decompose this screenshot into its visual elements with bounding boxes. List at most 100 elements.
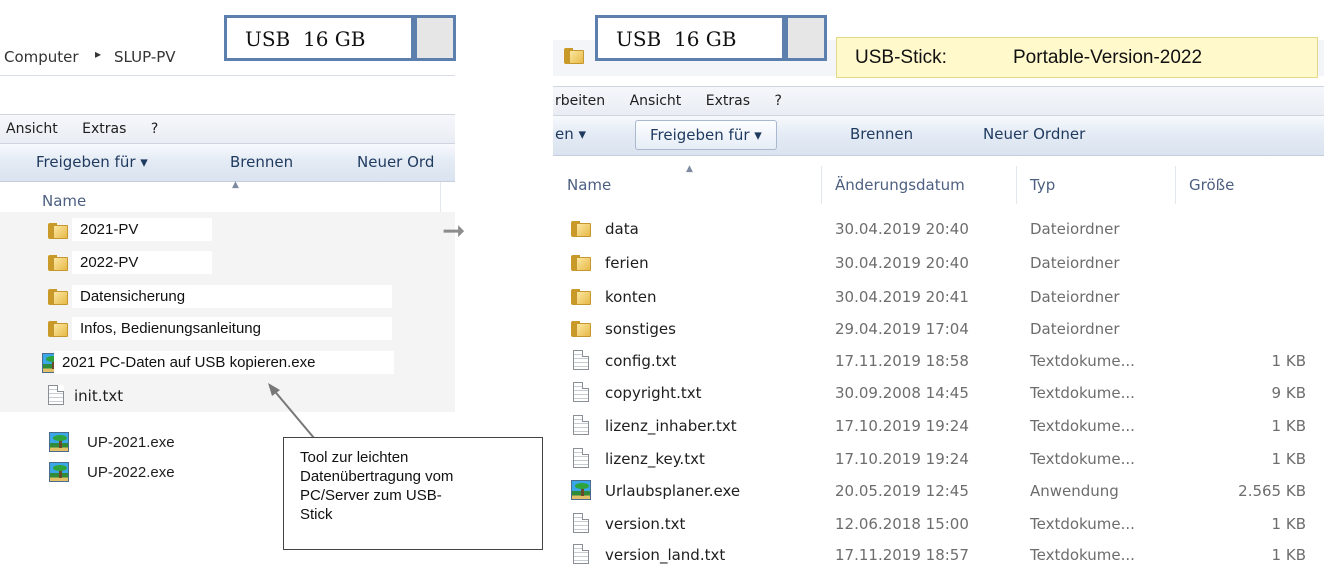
menu-help[interactable]: ?: [774, 93, 781, 109]
file-size: 2.565 KB: [1238, 482, 1306, 500]
table-row[interactable]: version_land.txt 17.11.2019 18:57 Textdo…: [553, 540, 1324, 567]
app-icon: [49, 462, 69, 482]
organize-button[interactable]: en ▾: [555, 125, 586, 143]
menu-bearbeiten[interactable]: rbeiten: [555, 93, 605, 109]
file-date: 17.11.2019 18:57: [835, 546, 969, 564]
column-divider: [821, 166, 822, 204]
file-type: Dateiordner: [1030, 320, 1120, 338]
list-item[interactable]: Datensicherung: [72, 285, 392, 308]
list-item[interactable]: init.txt: [74, 387, 123, 405]
menu-help[interactable]: ?: [151, 121, 158, 137]
menu-ansicht[interactable]: Ansicht: [630, 93, 682, 109]
file-name: konten: [605, 288, 657, 306]
file-name: ferien: [605, 254, 649, 272]
right-column-header: Name ▲ Änderungsdatum Typ Größe: [553, 164, 1324, 206]
usb-small-box: [414, 15, 456, 61]
desktop-item-up-2021[interactable]: UP-2021.exe: [87, 434, 175, 451]
left-file-list: 2021-PV 2022-PV Datensicherung Infos, Be…: [0, 212, 455, 412]
column-divider: [1016, 166, 1017, 204]
file-type: Dateiordner: [1030, 220, 1120, 238]
text-file-icon: [573, 544, 589, 564]
list-item[interactable]: 2022-PV: [72, 251, 212, 274]
file-type: Textdokume...: [1030, 417, 1135, 435]
left-toolbar: Freigeben für ▾ Brennen Neuer Ord: [0, 144, 455, 182]
burn-button[interactable]: Brennen: [850, 125, 913, 143]
desktop-item-up-2022[interactable]: UP-2022.exe: [87, 464, 175, 481]
callout-line: Tool zur leichten: [300, 449, 409, 466]
table-row[interactable]: lizenz_inhaber.txt 17.10.2019 19:24 Text…: [553, 411, 1324, 441]
file-type: Anwendung: [1030, 482, 1119, 500]
file-date: 12.06.2018 15:00: [835, 515, 969, 533]
file-name: Urlaubsplaner.exe: [605, 482, 741, 500]
table-row[interactable]: lizenz_key.txt 17.10.2019 19:24 Textdoku…: [553, 444, 1324, 474]
app-icon: [49, 432, 69, 452]
table-row[interactable]: Urlaubsplaner.exe 20.05.2019 12:45 Anwen…: [553, 476, 1324, 506]
column-type[interactable]: Typ: [1030, 176, 1055, 194]
file-size: 1 KB: [1271, 417, 1306, 435]
app-icon: [571, 480, 591, 500]
text-file-icon: [573, 448, 589, 468]
column-name[interactable]: Name: [567, 176, 611, 194]
column-name[interactable]: Name: [42, 192, 86, 210]
file-date: 29.04.2019 17:04: [835, 320, 969, 338]
file-date: 30.04.2019 20:40: [835, 220, 969, 238]
file-date: 17.10.2019 19:24: [835, 417, 969, 435]
table-row[interactable]: version.txt 12.06.2018 15:00 Textdokume.…: [553, 509, 1324, 539]
menu-extras[interactable]: Extras: [82, 121, 126, 137]
file-date: 30.04.2019 20:41: [835, 288, 969, 306]
folder-icon: [48, 223, 68, 239]
usb-label-text: USB 16 GB: [245, 27, 366, 51]
file-date: 17.10.2019 19:24: [835, 450, 969, 468]
file-name: lizenz_key.txt: [605, 450, 705, 468]
right-file-list: data 30.04.2019 20:40 Dateiordner ferien…: [553, 212, 1324, 567]
table-row[interactable]: copyright.txt 30.09.2008 14:45 Textdokum…: [553, 378, 1324, 408]
sort-up-icon: ▲: [686, 164, 693, 174]
folder-icon: [48, 321, 68, 337]
table-row[interactable]: data 30.04.2019 20:40 Dateiordner: [553, 214, 1324, 244]
menu-ansicht[interactable]: Ansicht: [6, 121, 58, 137]
file-name: version_land.txt: [605, 546, 726, 564]
file-type: Textdokume...: [1030, 450, 1135, 468]
usb-label-text: USB 16 GB: [616, 27, 737, 51]
right-menu-bar: rbeiten Ansicht Extras ?: [553, 86, 1324, 116]
column-date[interactable]: Änderungsdatum: [835, 176, 965, 194]
breadcrumb-root[interactable]: Computer: [4, 48, 79, 66]
file-date: 20.05.2019 12:45: [835, 482, 969, 500]
usb-label-box: USB 16 GB: [595, 15, 785, 61]
table-row[interactable]: sonstiges 29.04.2019 17:04 Dateiordner: [553, 314, 1324, 344]
folder-icon: [564, 48, 584, 64]
table-row[interactable]: konten 30.04.2019 20:41 Dateiordner: [553, 282, 1324, 312]
table-row[interactable]: config.txt 17.11.2019 18:58 Textdokume..…: [553, 346, 1324, 376]
table-row[interactable]: ferien 30.04.2019 20:40 Dateiordner: [553, 248, 1324, 278]
file-type: Textdokume...: [1030, 384, 1135, 402]
text-file-icon: [573, 382, 589, 402]
usb-stick-note: USB-Stick: Portable-Version-2022: [836, 37, 1318, 78]
file-date: 30.04.2019 20:40: [835, 254, 969, 272]
menu-extras[interactable]: Extras: [706, 93, 750, 109]
file-name: version.txt: [605, 515, 686, 533]
callout-line: Stick: [300, 506, 333, 523]
text-file-icon: [573, 513, 589, 533]
text-file-icon: [573, 415, 589, 435]
new-folder-button[interactable]: Neuer Ordner: [983, 125, 1085, 143]
file-size: 9 KB: [1271, 384, 1306, 402]
share-button[interactable]: Freigeben für ▾: [635, 120, 777, 150]
folder-icon: [48, 289, 68, 305]
list-item[interactable]: 2021 PC-Daten auf USB kopieren.exe: [54, 351, 394, 374]
share-button[interactable]: Freigeben für ▾: [36, 153, 148, 171]
breadcrumb-folder[interactable]: SLUP-PV: [114, 48, 176, 66]
callout-line: PC/Server zum USB-: [300, 487, 442, 504]
file-size: 1 KB: [1271, 515, 1306, 533]
new-folder-button[interactable]: Neuer Ord: [357, 153, 434, 171]
burn-button[interactable]: Brennen: [230, 153, 293, 171]
usb-label-box: USB 16 GB: [224, 15, 414, 61]
folder-icon: [571, 255, 591, 271]
list-item[interactable]: 2021-PV: [72, 218, 212, 241]
folder-icon: [571, 221, 591, 237]
file-type: Textdokume...: [1030, 352, 1135, 370]
folder-icon: [48, 255, 68, 271]
column-size[interactable]: Größe: [1189, 176, 1234, 194]
list-item[interactable]: Infos, Bedienungsanleitung: [72, 317, 392, 340]
callout-pointer: [268, 383, 315, 439]
usb-stick-version: Portable-Version-2022: [1013, 47, 1203, 68]
